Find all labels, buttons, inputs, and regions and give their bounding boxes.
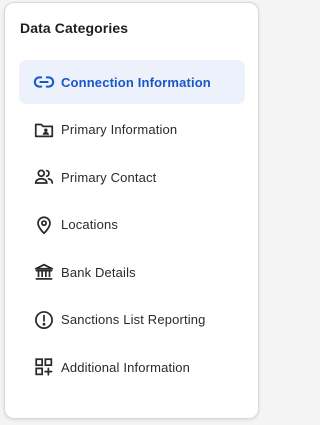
nav-item-label: Primary Information <box>61 122 178 137</box>
alert-circle-icon <box>33 309 55 331</box>
bank-icon <box>33 261 55 283</box>
nav-item-label: Locations <box>61 217 118 232</box>
people-icon <box>33 166 55 188</box>
nav-item-additional-information[interactable]: Additional Information <box>19 345 245 389</box>
id-card-icon <box>33 119 55 141</box>
location-pin-icon <box>33 214 55 236</box>
grid-add-icon <box>33 356 55 378</box>
nav-item-label: Sanctions List Reporting <box>61 312 206 327</box>
nav-item-connection-information[interactable]: Connection Information <box>19 60 245 104</box>
data-categories-panel: Data Categories Connection Information P… <box>4 2 259 419</box>
nav-item-label: Primary Contact <box>61 169 157 185</box>
link-icon <box>33 71 55 93</box>
nav-item-label: Additional Information <box>61 359 191 375</box>
nav-item-locations[interactable]: Locations <box>19 203 245 247</box>
nav-item-primary-contact[interactable]: Primary Contact <box>19 155 245 199</box>
nav-item-sanctions-list-reporting[interactable]: Sanctions List Reporting <box>19 298 245 342</box>
nav-item-primary-information[interactable]: Primary Information <box>19 108 245 152</box>
nav-item-label: Bank Details <box>61 264 136 280</box>
nav-item-bank-details[interactable]: Bank Details <box>19 250 245 294</box>
nav-item-label: Connection Information <box>61 74 211 90</box>
panel-title: Data Categories <box>20 20 129 36</box>
category-nav: Connection Information Primary Informati… <box>19 60 245 393</box>
